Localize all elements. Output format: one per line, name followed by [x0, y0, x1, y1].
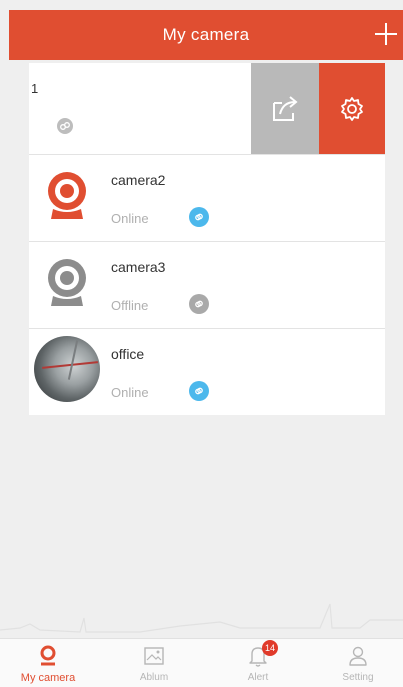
webcam-icon — [45, 256, 89, 314]
camera-name: camera3 — [111, 259, 166, 275]
camera-status: Online — [111, 211, 149, 226]
camera-status: Offline — [111, 298, 149, 313]
link-icon — [189, 294, 209, 314]
camera-row-swiped[interactable]: 1 — [29, 63, 385, 154]
camera-status: Online — [111, 385, 149, 400]
tab-alert[interactable]: 14 Alert — [218, 639, 298, 687]
camera-settings-button[interactable] — [319, 63, 385, 154]
link-status-icon — [56, 117, 74, 140]
webcam-icon — [45, 169, 89, 227]
tab-my-camera[interactable]: My camera — [8, 639, 88, 687]
album-icon — [144, 647, 164, 665]
location-pin-icon — [40, 645, 56, 666]
bottom-tab-bar: My camera Ablum 14 Alert Setting — [0, 638, 403, 687]
gear-icon — [341, 96, 363, 121]
link-icon — [189, 207, 209, 227]
app-header: My camera — [9, 10, 403, 60]
camera-row[interactable]: camera3 Offline — [29, 241, 385, 328]
camera-name: office — [111, 346, 145, 362]
add-camera-button[interactable] — [375, 23, 397, 45]
camera-name: 1 — [31, 81, 39, 96]
tab-album[interactable]: Ablum — [114, 639, 194, 687]
skyline-decoration — [0, 603, 403, 633]
camera-thumbnail — [34, 336, 100, 402]
share-icon — [273, 95, 298, 121]
camera-name: camera2 — [111, 172, 166, 188]
camera-row[interactable]: camera2 Online — [29, 154, 385, 241]
user-icon — [349, 646, 367, 666]
share-button[interactable] — [251, 63, 319, 154]
tab-label: Setting — [342, 672, 374, 683]
tab-label: Alert — [247, 672, 269, 683]
alert-count-badge: 14 — [262, 640, 278, 656]
camera-row[interactable]: office Online — [29, 328, 385, 415]
tab-label: Ablum — [139, 672, 169, 683]
tab-setting[interactable]: Setting — [318, 639, 398, 687]
link-icon — [189, 381, 209, 401]
page-title: My camera — [162, 25, 250, 44]
tab-label: My camera — [20, 672, 76, 684]
